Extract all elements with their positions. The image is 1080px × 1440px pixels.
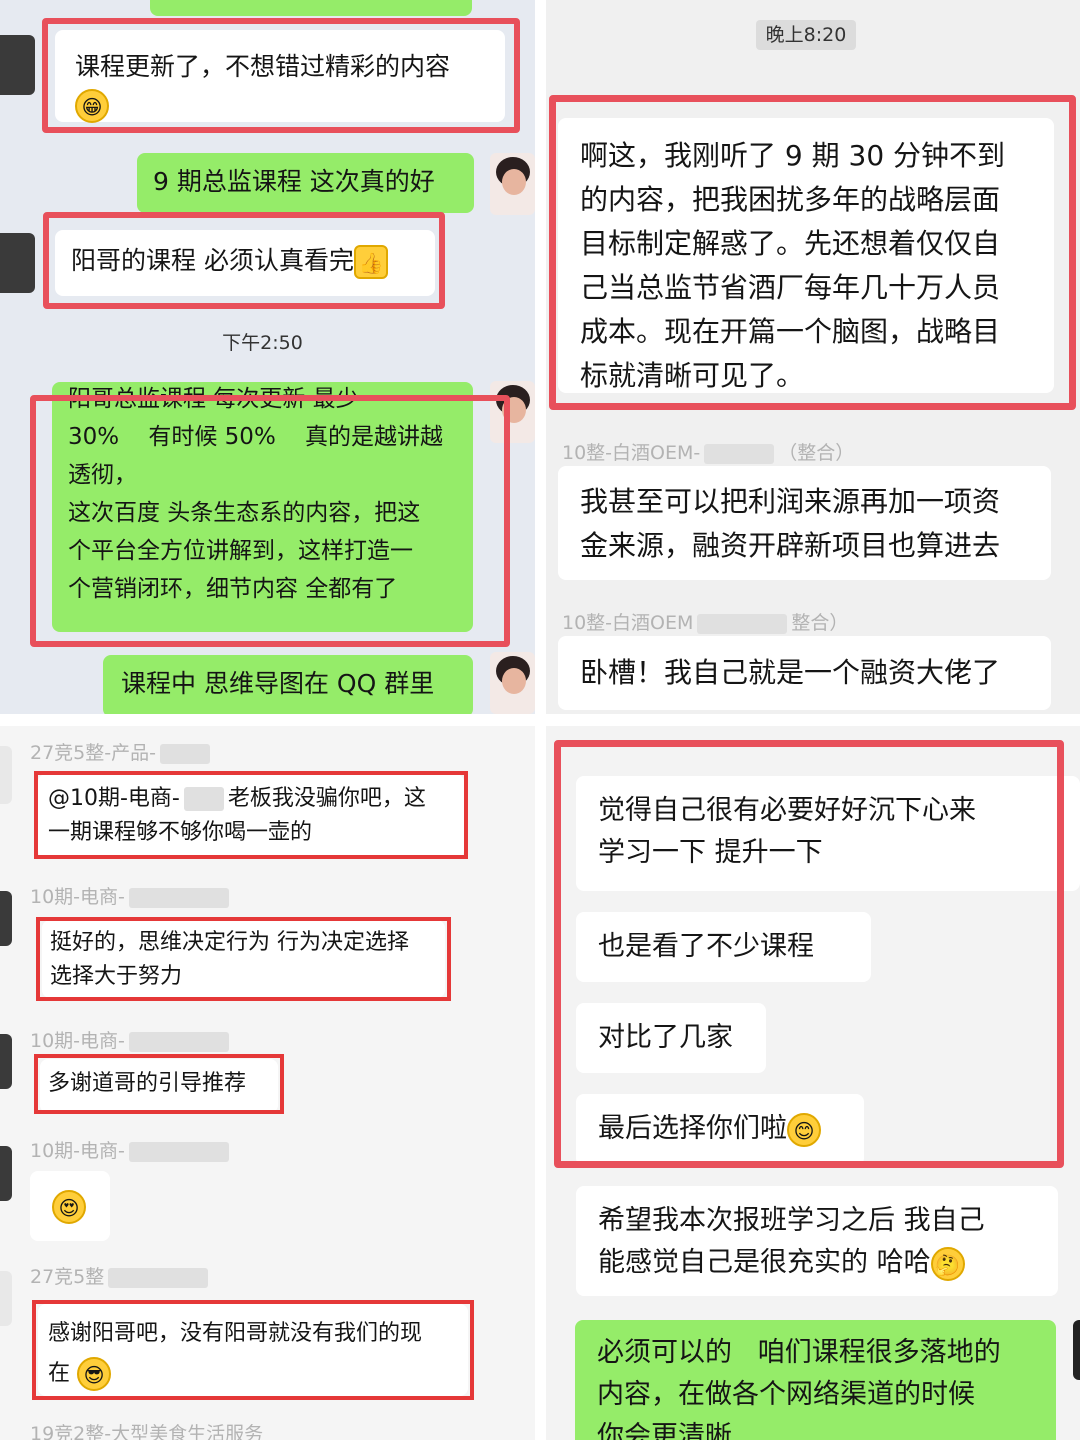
chat-bubble[interactable]: 希望我本次报班学习之后 我自己 能感觉自己是很充实的 哈哈 🤔 <box>576 1186 1058 1296</box>
heart-eyes-emoji-icon: 😍 <box>52 1190 86 1224</box>
avatar[interactable] <box>0 35 35 95</box>
highlight-box <box>36 917 451 1001</box>
chat-bubble-self[interactable]: 9 期总监课程 这次真的好 <box>137 153 474 213</box>
message-text: 课程中 思维导图在 QQ 群里 <box>121 669 435 698</box>
sender-name: 10期-电商- <box>30 1136 233 1163</box>
message-text: 9 期总监课程 这次真的好 <box>153 167 435 196</box>
chat-bubble[interactable]: 我甚至可以把利润来源再加一项资 金来源，融资开辟新项目也算进去 <box>558 466 1051 580</box>
sender-name: 10整-白酒OEM 整合） <box>562 612 849 634</box>
avatar[interactable] <box>1073 1320 1080 1380</box>
message-line: 你会更清晰 <box>597 1421 732 1440</box>
chat-bubble[interactable]: 卧槽！我自己就是一个融资大佬了 <box>558 636 1051 710</box>
avatar[interactable] <box>0 1271 12 1326</box>
avatar[interactable] <box>0 891 12 946</box>
avatar[interactable] <box>0 1146 12 1201</box>
message-line: 必须可以的 咱们课程很多落地的 <box>597 1337 1001 1368</box>
highlight-box <box>32 1300 474 1400</box>
chat-bubble-self[interactable]: 课程中 思维导图在 QQ 群里 <box>103 655 473 714</box>
message-line: 金来源，融资开辟新项目也算进去 <box>580 529 1001 562</box>
message-line: 我甚至可以把利润来源再加一项资 <box>580 485 1001 518</box>
message-line: 希望我本次报班学习之后 我自己 <box>598 1205 985 1236</box>
avatar[interactable] <box>0 233 35 293</box>
highlight-box <box>42 18 520 133</box>
sender-name: 10期-电商- <box>30 1026 233 1053</box>
timestamp: 晚上8:20 <box>751 20 861 50</box>
sender-name: 10期-电商- <box>30 882 233 909</box>
chat-bubble-self[interactable]: 必须可以的 咱们课程很多落地的 内容，在做各个网络渠道的时候 你会更清晰 <box>575 1320 1056 1440</box>
timestamp: 下午2:50 <box>222 332 303 354</box>
sender-name: 10整-白酒OEM- （整合） <box>562 442 855 464</box>
highlight-box <box>34 1054 284 1114</box>
highlight-box <box>34 771 468 859</box>
highlight-box <box>554 740 1064 1168</box>
message-line: 内容，在做各个网络渠道的时候 <box>597 1379 975 1410</box>
avatar[interactable] <box>490 153 535 215</box>
chat-panel-bottom-left: 27竞5整-产品- @10期-电商- 老板我没骗你吧，这 一期课程够不够你喝一壶的… <box>0 726 535 1440</box>
avatar[interactable] <box>0 1034 12 1089</box>
cutoff-bubble <box>150 0 472 16</box>
chat-panel-bottom-right: 觉得自己很有必要好好沉下心来 学习一下 提升一下 也是看了不少课程 对比了几家 … <box>546 726 1080 1440</box>
sender-name: 27竞5整 <box>30 1262 212 1289</box>
chat-panel-top-right: 晚上8:20 啊这，我刚听了 9 期 30 分钟不到 的内容，把我困扰多年的战略… <box>546 0 1080 714</box>
highlight-box <box>43 212 445 309</box>
thinking-emoji-icon: 🤔 <box>930 1246 965 1281</box>
sender-name: 27竞5整-产品- <box>30 738 214 765</box>
chat-panel-top-left: 课程更新了，不想错过精彩的内容 😁 9 期总监课程 这次真的好 阳哥的课程 必须… <box>0 0 535 714</box>
highlight-box <box>549 95 1076 410</box>
message-text: 卧槽！我自己就是一个融资大佬了 <box>580 656 1001 689</box>
avatar[interactable] <box>0 746 12 804</box>
highlight-box <box>30 395 510 647</box>
chat-bubble[interactable]: 😍 <box>30 1171 110 1241</box>
sender-name: 19竞2整-大型美食生活服务 <box>30 1423 264 1440</box>
avatar[interactable] <box>490 652 535 714</box>
message-line: 能感觉自己是很充实的 哈哈 🤔 <box>598 1242 1036 1284</box>
